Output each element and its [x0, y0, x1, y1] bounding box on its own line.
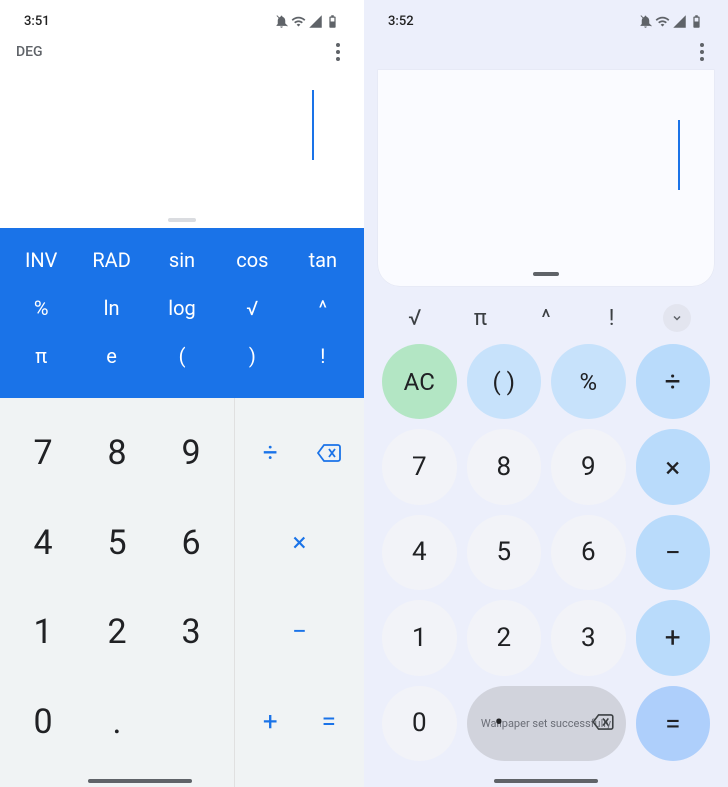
nav-home-pill[interactable]	[88, 779, 192, 783]
digit-0-button[interactable]: 0	[6, 677, 80, 767]
digit-5-button[interactable]: 5	[467, 515, 542, 590]
percent-button[interactable]: %	[551, 344, 626, 419]
all-clear-button[interactable]: AC	[382, 344, 457, 419]
overflow-menu-button[interactable]	[684, 34, 720, 70]
chevron-down-icon	[671, 312, 683, 324]
status-bar: 3:52	[364, 8, 728, 34]
factorial-button[interactable]: !	[579, 298, 645, 338]
minus-button[interactable]: −	[241, 588, 358, 678]
power-button[interactable]: ^	[288, 284, 358, 332]
inv-button[interactable]: INV	[6, 236, 76, 284]
calculator-display[interactable]	[378, 70, 714, 286]
angle-mode-label[interactable]: DEG	[16, 44, 43, 60]
drag-handle[interactable]	[168, 218, 196, 222]
multiply-button[interactable]: ×	[636, 429, 711, 504]
tan-button[interactable]: tan	[288, 236, 358, 284]
lparen-button[interactable]: (	[147, 332, 217, 380]
status-icons	[638, 14, 704, 29]
wifi-icon	[291, 14, 306, 29]
plus-button[interactable]: +	[241, 677, 300, 767]
digit-6-button[interactable]: 6	[551, 515, 626, 590]
divide-button[interactable]: ÷	[636, 344, 711, 419]
factorial-button[interactable]: !	[288, 332, 358, 380]
divide-button[interactable]: ÷	[241, 408, 300, 498]
spacer	[154, 677, 228, 767]
sin-button[interactable]: sin	[147, 236, 217, 284]
status-icons	[274, 14, 340, 29]
pi-button[interactable]: π	[6, 332, 76, 380]
keypad: AC ( ) % ÷ 7 8 9 × 4 5 6 − 1 2 3 + 0 • W…	[364, 340, 728, 787]
digit-4-button[interactable]: 4	[6, 498, 80, 588]
minus-button[interactable]: −	[636, 515, 711, 590]
wifi-icon	[655, 14, 670, 29]
calc-header	[364, 34, 728, 70]
battery-icon	[689, 14, 704, 29]
pi-button[interactable]: π	[448, 298, 514, 338]
percent-button[interactable]: %	[6, 284, 76, 332]
digit-2-button[interactable]: 2	[467, 600, 542, 675]
parentheses-button[interactable]: ( )	[467, 344, 542, 419]
cursor-icon	[312, 90, 314, 160]
digit-8-button[interactable]: 8	[467, 429, 542, 504]
expand-scientific-button[interactable]	[644, 298, 710, 338]
power-button[interactable]: ^	[513, 298, 579, 338]
digit-1-button[interactable]: 1	[382, 600, 457, 675]
rparen-button[interactable]: )	[217, 332, 287, 380]
e-button[interactable]: e	[76, 332, 146, 380]
status-time: 3:51	[24, 14, 50, 29]
log-button[interactable]: log	[147, 284, 217, 332]
equals-button[interactable]: =	[300, 677, 359, 767]
toast-snackbar: • Wallpaper set successfully	[467, 686, 626, 761]
digit-3-button[interactable]: 3	[551, 600, 626, 675]
backspace-icon	[317, 444, 341, 462]
digit-1-button[interactable]: 1	[6, 588, 80, 678]
ln-button[interactable]: ln	[76, 284, 146, 332]
scientific-row: √ π ^ !	[364, 286, 728, 340]
cursor-icon	[678, 120, 680, 190]
digit-9-button[interactable]: 9	[551, 429, 626, 504]
digit-8-button[interactable]: 8	[80, 408, 154, 498]
nav-home-pill[interactable]	[494, 779, 598, 783]
digit-7-button[interactable]: 7	[382, 429, 457, 504]
sqrt-button[interactable]: √	[217, 284, 287, 332]
backspace-button[interactable]	[592, 714, 614, 733]
overflow-menu-button[interactable]	[320, 34, 356, 70]
calc-header: DEG	[0, 34, 364, 70]
plus-button[interactable]: +	[636, 600, 711, 675]
decimal-button[interactable]: .	[80, 677, 154, 767]
calculator-display[interactable]	[0, 70, 364, 218]
battery-icon	[325, 14, 340, 29]
digit-5-button[interactable]: 5	[80, 498, 154, 588]
backspace-icon	[592, 714, 614, 730]
signal-icon	[672, 14, 687, 29]
signal-icon	[308, 14, 323, 29]
digit-4-button[interactable]: 4	[382, 515, 457, 590]
scientific-panel: INV RAD sin cos tan % ln log √ ^ π e ( )…	[0, 228, 364, 398]
backspace-button[interactable]	[300, 408, 359, 498]
decimal-button[interactable]: •	[495, 708, 504, 738]
rad-button[interactable]: RAD	[76, 236, 146, 284]
digit-2-button[interactable]: 2	[80, 588, 154, 678]
equals-button[interactable]: =	[636, 686, 711, 761]
cos-button[interactable]: cos	[217, 236, 287, 284]
digit-9-button[interactable]: 9	[154, 408, 228, 498]
status-bar: 3:51	[0, 8, 364, 34]
keypad: 7 8 9 4 5 6 1 2 3 0 . ÷ × − + =	[0, 398, 364, 787]
multiply-button[interactable]: ×	[241, 498, 358, 588]
drag-handle[interactable]	[533, 272, 559, 276]
digit-7-button[interactable]: 7	[6, 408, 80, 498]
sqrt-button[interactable]: √	[382, 298, 448, 338]
digit-0-button[interactable]: 0	[382, 686, 457, 761]
status-time: 3:52	[388, 14, 414, 29]
dnd-icon	[274, 14, 289, 29]
digit-3-button[interactable]: 3	[154, 588, 228, 678]
digit-6-button[interactable]: 6	[154, 498, 228, 588]
dnd-icon	[638, 14, 653, 29]
